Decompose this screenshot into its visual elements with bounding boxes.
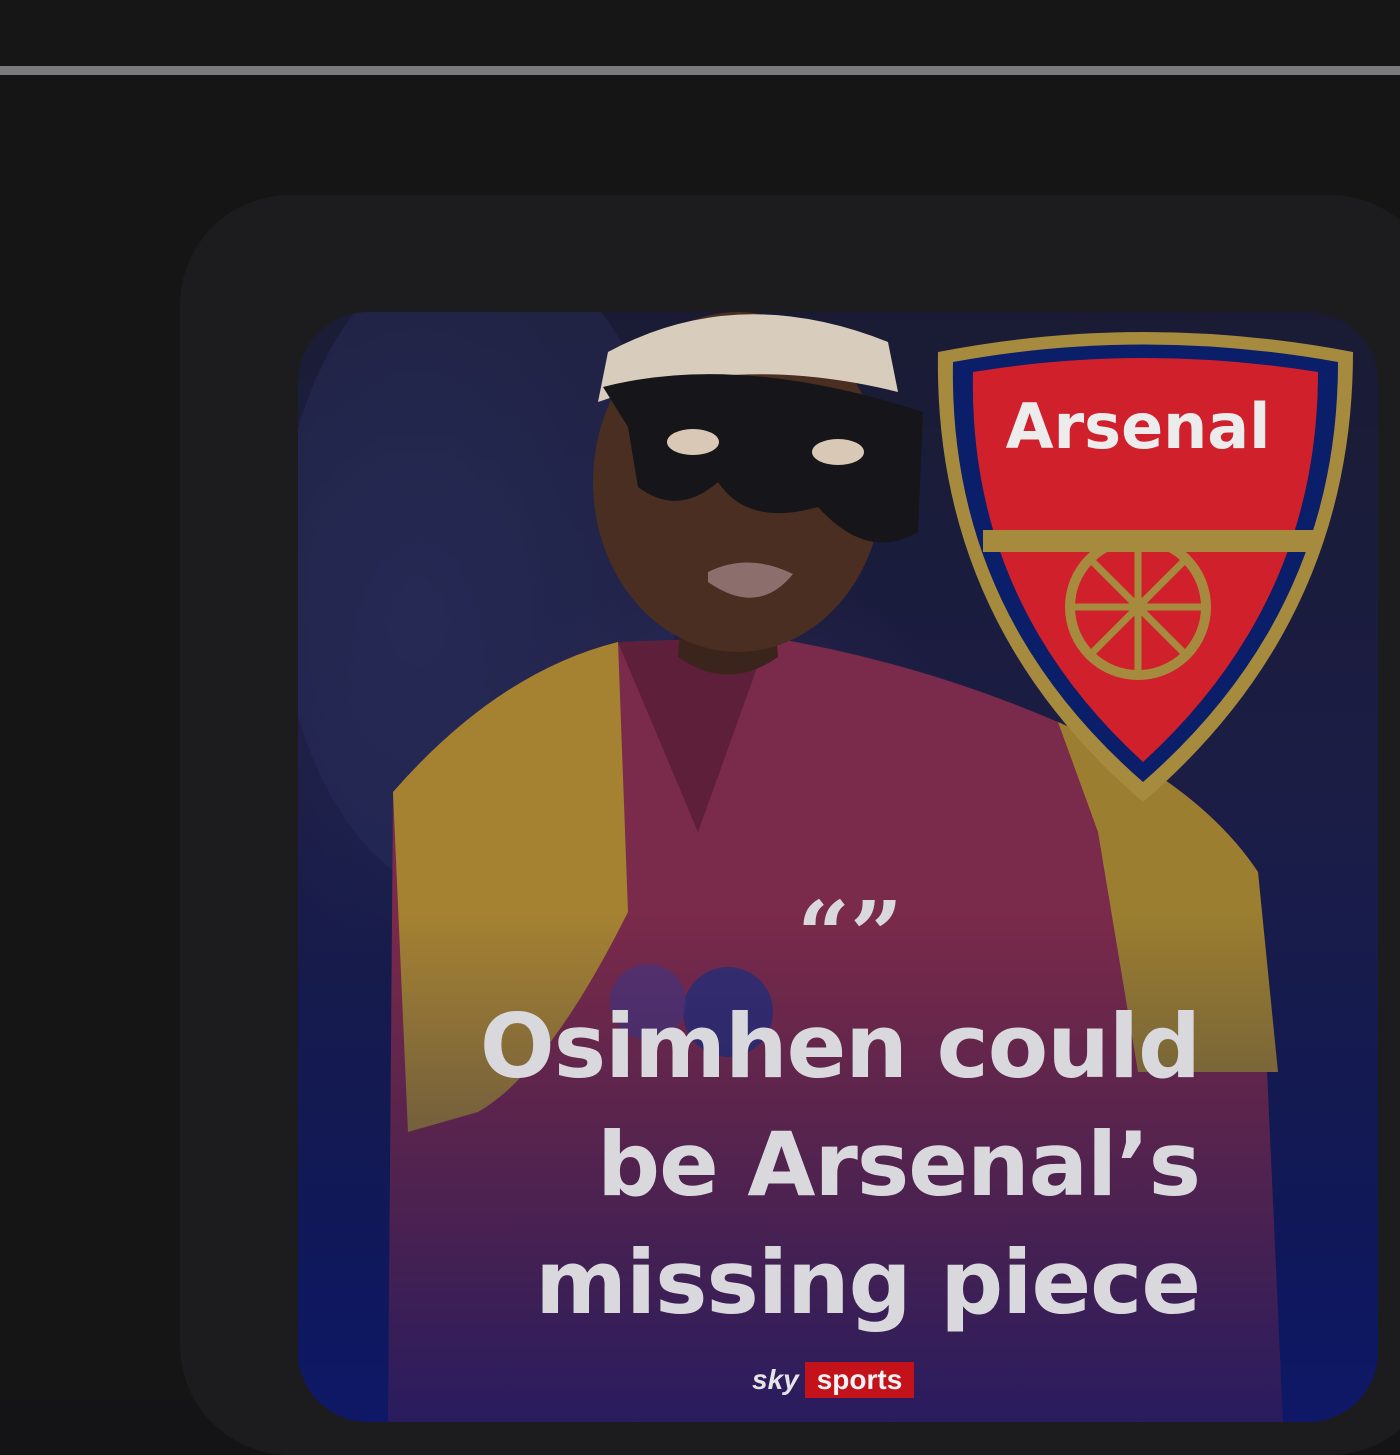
headline-line: be Arsenal’s (597, 1113, 1201, 1216)
arsenal-crest-label: Arsenal (1005, 390, 1271, 463)
player-left-eye (667, 429, 719, 455)
post-headline: Osimhen could be Arsenal’s missing piece (300, 988, 1201, 1342)
sky-logo-text: sky (752, 1364, 799, 1395)
sports-logo-text: sports (804, 1362, 915, 1398)
player-right-eye (812, 439, 864, 465)
top-bar (0, 0, 1400, 66)
quote-icon: “” (797, 881, 903, 989)
headline-line: missing piece (535, 1231, 1201, 1334)
sky-sports-logo: sky sports (752, 1362, 915, 1398)
top-bar-divider (0, 66, 1400, 75)
headline-line: Osimhen could (479, 995, 1201, 1098)
